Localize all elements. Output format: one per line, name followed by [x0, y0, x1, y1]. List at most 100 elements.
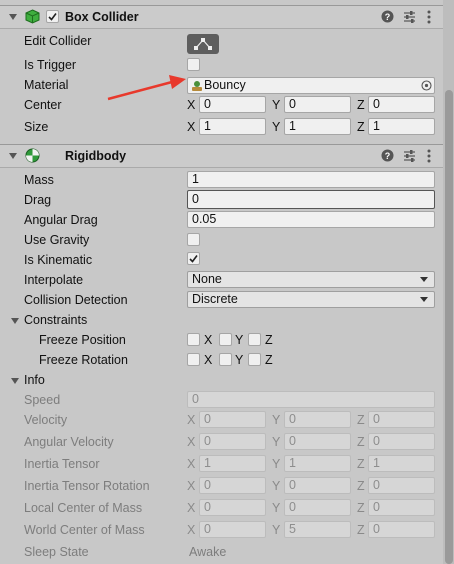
edit-collider-button[interactable] [187, 34, 219, 54]
velocity-y-label: Y [272, 413, 281, 427]
center-z-label: Z [357, 98, 365, 112]
info-foldout-icon[interactable] [11, 378, 19, 384]
freeze-position-z-checkbox[interactable] [248, 333, 261, 346]
velocity-x-field: 0 [199, 411, 266, 428]
center-z-field[interactable]: 0 [368, 96, 435, 113]
svg-text:?: ? [385, 151, 391, 161]
angular-velocity-label: Angular Velocity [24, 435, 114, 449]
inertia-tensor-label: Inertia Tensor [24, 457, 100, 471]
preset-icon[interactable] [403, 10, 416, 23]
sleep-state-value: Awake [189, 545, 227, 559]
size-z-field[interactable]: 1 [368, 118, 435, 135]
inertia-tensor-rotation-z-label: Z [357, 479, 365, 493]
size-z-label: Z [357, 120, 365, 134]
interpolate-label: Interpolate [24, 273, 84, 287]
foldout-arrow-icon[interactable] [9, 153, 17, 159]
angular-drag-label: Angular Drag [24, 213, 98, 227]
material-field[interactable]: Bouncy [187, 77, 435, 94]
local-center-of-mass-y-field: 0 [284, 499, 351, 516]
object-picker-icon[interactable] [421, 80, 432, 91]
foldout-arrow-icon[interactable] [9, 14, 17, 20]
freeze-position-z-label: Z [265, 333, 273, 347]
use-gravity-checkbox[interactable] [187, 233, 200, 246]
inertia-tensor-z-field: 1 [368, 455, 435, 472]
freeze-rotation-label: Freeze Rotation [39, 353, 128, 367]
world-center-of-mass-x-field: 0 [199, 521, 266, 538]
freeze-position-x-checkbox[interactable] [187, 333, 200, 346]
freeze-position-y-checkbox[interactable] [219, 333, 232, 346]
mass-label: Mass [24, 173, 54, 187]
angular-velocity-y-label: Y [272, 435, 281, 449]
freeze-rotation-y-label: Y [235, 353, 244, 367]
preset-icon[interactable] [403, 149, 416, 162]
freeze-rotation-x-label: X [204, 353, 213, 367]
annotation-arrow [107, 75, 186, 101]
angular-velocity-z-label: Z [357, 435, 365, 449]
context-menu-icon[interactable] [426, 149, 432, 163]
interpolate-value: None [192, 272, 222, 286]
freeze-rotation-z-checkbox[interactable] [248, 353, 261, 366]
rigidbody-title: Rigidbody [65, 149, 127, 163]
material-value: Bouncy [204, 78, 246, 92]
is-kinematic-label: Is Kinematic [24, 253, 93, 267]
angular-velocity-y-field: 0 [284, 433, 351, 450]
interpolate-dropdown[interactable]: None [187, 271, 435, 288]
inertia-tensor-x-label: X [187, 457, 196, 471]
angular-drag-field[interactable]: 0.05 [187, 211, 435, 228]
scrollbar-thumb[interactable] [445, 90, 453, 564]
collision-detection-dropdown[interactable]: Discrete [187, 291, 435, 308]
velocity-x-label: X [187, 413, 196, 427]
inspector-panel: Box Collider ? Edit Collider Is Trigger … [0, 0, 454, 564]
center-label: Center [24, 98, 62, 112]
center-y-field[interactable]: 0 [284, 96, 351, 113]
size-x-label: X [187, 120, 196, 134]
help-icon[interactable]: ? [381, 149, 394, 162]
velocity-z-label: Z [357, 413, 365, 427]
context-menu-icon[interactable] [426, 10, 432, 24]
size-y-field[interactable]: 1 [284, 118, 351, 135]
speed-field: 0 [187, 391, 435, 408]
rigidbody-header[interactable]: Rigidbody ? [0, 144, 443, 168]
constraints-foldout-icon[interactable] [11, 318, 19, 324]
inertia-tensor-y-field: 1 [284, 455, 351, 472]
is-trigger-checkbox[interactable] [187, 58, 200, 71]
freeze-position-y-label: Y [235, 333, 244, 347]
is-trigger-label: Is Trigger [24, 58, 77, 72]
box-collider-enabled-checkbox[interactable] [46, 10, 59, 23]
drag-label: Drag [24, 193, 52, 207]
speed-label: Speed [24, 393, 61, 407]
local-center-of-mass-z-field: 0 [368, 499, 435, 516]
size-x-field[interactable]: 1 [199, 118, 266, 135]
box-collider-header[interactable]: Box Collider ? [0, 5, 443, 29]
angular-velocity-x-label: X [187, 435, 196, 449]
dropdown-arrow-icon [420, 277, 428, 282]
dropdown-arrow-icon [420, 297, 428, 302]
local-center-of-mass-x-label: X [187, 501, 196, 515]
center-x-field[interactable]: 0 [199, 96, 266, 113]
inertia-tensor-x-field: 1 [199, 455, 266, 472]
sleep-state-label: Sleep State [24, 545, 89, 559]
checkmark-icon [189, 255, 198, 263]
velocity-y-field: 0 [284, 411, 351, 428]
world-center-of-mass-z-label: Z [357, 523, 365, 537]
is-kinematic-checkbox[interactable] [187, 252, 200, 265]
info-label: Info [24, 373, 45, 387]
angular-velocity-z-field: 0 [368, 433, 435, 450]
collision-detection-label: Collision Detection [24, 293, 128, 307]
freeze-rotation-x-checkbox[interactable] [187, 353, 200, 366]
freeze-rotation-y-checkbox[interactable] [219, 353, 232, 366]
freeze-position-x-label: X [204, 333, 213, 347]
rigidbody-icon [25, 148, 40, 163]
drag-field[interactable]: 0 [187, 190, 435, 209]
mass-field[interactable]: 1 [187, 171, 435, 188]
inertia-tensor-rotation-y-label: Y [272, 479, 281, 493]
center-y-label: Y [272, 98, 281, 112]
world-center-of-mass-y-field: 5 [284, 521, 351, 538]
material-label: Material [24, 78, 69, 92]
size-y-label: Y [272, 120, 281, 134]
checkmark-icon [48, 13, 57, 21]
freeze-position-label: Freeze Position [39, 333, 126, 347]
edit-collider-label: Edit Collider [24, 34, 92, 48]
center-x-label: X [187, 98, 196, 112]
help-icon[interactable]: ? [381, 10, 394, 23]
